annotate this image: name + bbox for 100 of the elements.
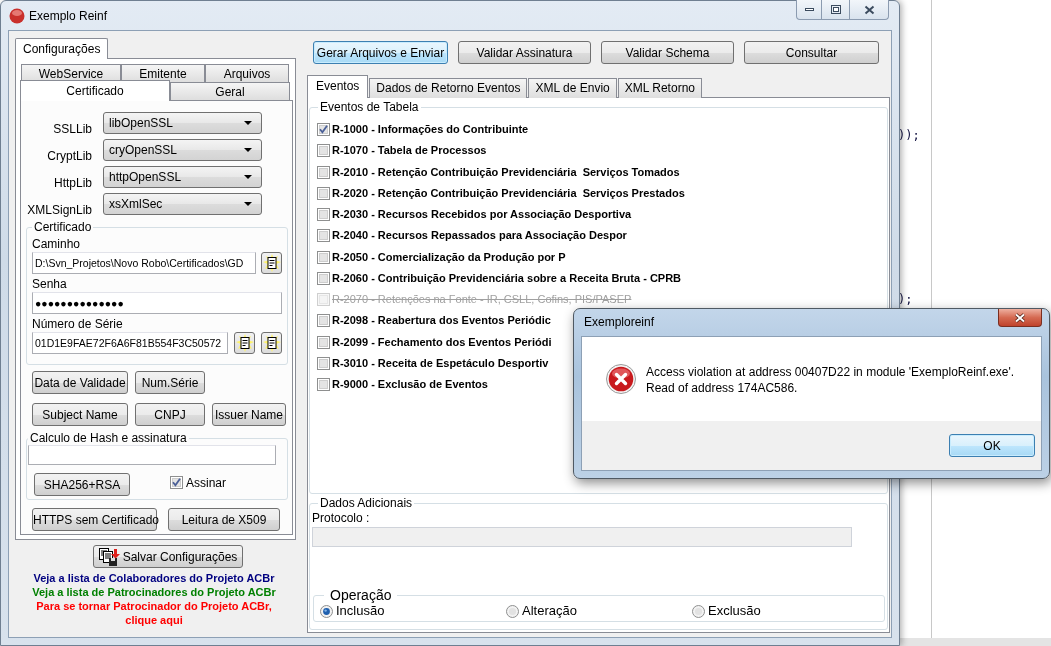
- text-field[interactable]: D:\Svn_Projetos\Novo Robo\Certificados\GD: [32, 252, 256, 274]
- caret-icon: [244, 202, 252, 206]
- document-icon: [262, 254, 281, 272]
- field-label: XMLSignLib: [26, 203, 92, 217]
- checkbox-label[interactable]: R-2099 - Fechamento dos Eventos Periódi: [332, 335, 552, 349]
- error-icon: [606, 364, 636, 394]
- checkbox[interactable]: [317, 165, 330, 179]
- radio-button[interactable]: [506, 604, 519, 618]
- input-field[interactable]: [312, 527, 852, 547]
- radio-button[interactable]: [320, 604, 333, 618]
- checkbox[interactable]: [317, 208, 330, 222]
- tab[interactable]: Dados de Retorno Eventos: [369, 78, 528, 98]
- checkbox[interactable]: [317, 186, 330, 200]
- close-icon: [1014, 312, 1026, 323]
- group-title: Certificado: [33, 220, 93, 234]
- button[interactable]: Consultar: [744, 41, 879, 64]
- checkbox-label[interactable]: R-1000 - Informações do Contribuinte: [332, 123, 529, 137]
- radio-label[interactable]: Alteração: [522, 603, 577, 619]
- checkbox-label[interactable]: R-1070 - Tabela de Processos: [332, 144, 487, 158]
- code-text: );: [898, 292, 913, 306]
- checkbox[interactable]: [317, 314, 330, 328]
- field-label: Caminho: [32, 236, 82, 252]
- tab[interactable]: Geral: [170, 82, 290, 100]
- checkbox[interactable]: [317, 271, 330, 285]
- button[interactable]: Validar Schema: [601, 41, 734, 64]
- close-button[interactable]: [850, 0, 889, 20]
- checkbox[interactable]: [317, 250, 330, 264]
- button[interactable]: Subject Name: [32, 403, 128, 426]
- button[interactable]: Issuer Name: [212, 403, 286, 426]
- checkbox-label[interactable]: R-9000 - Exclusão de Eventos: [332, 378, 488, 392]
- save-button[interactable]: Salvar Configurações: [93, 545, 243, 568]
- checkbox-label[interactable]: R-2098 - Reabertura dos Eventos Periódic: [332, 314, 551, 328]
- checkbox-label[interactable]: Assinar: [186, 475, 226, 490]
- checkbox[interactable]: [317, 378, 330, 392]
- checkbox-label[interactable]: R-2010 - Retenção Contribuição Previdenciária Serviços Tomados: [332, 165, 680, 179]
- field-label: Senha: [32, 276, 68, 292]
- close-button[interactable]: [998, 309, 1042, 327]
- link[interactable]: Veja a lista de Colaboradores do Projeto ACBr: [33, 571, 275, 585]
- tab[interactable]: Configurações: [15, 38, 109, 59]
- code-text: ));: [898, 128, 920, 142]
- button[interactable]: SHA256+RSA: [34, 473, 130, 496]
- button[interactable]: HTTPS sem Certificado: [32, 508, 157, 531]
- dropdown[interactable]: cryOpenSSL: [103, 139, 262, 161]
- field-label: CryptLib: [46, 149, 92, 163]
- tab[interactable]: XML Retorno: [617, 78, 702, 98]
- button[interactable]: CNPJ: [135, 403, 205, 426]
- minimize-button[interactable]: [796, 0, 822, 20]
- document-icon: [235, 334, 254, 352]
- dropdown[interactable]: httpOpenSSL: [103, 166, 262, 188]
- checkbox[interactable]: [317, 144, 330, 158]
- checkbox-label[interactable]: R-2040 - Recursos Repassados para Associação Despor: [332, 229, 627, 243]
- field-label: Número de Série: [32, 316, 124, 332]
- tab[interactable]: Eventos: [307, 75, 369, 98]
- radio-label[interactable]: Inclusão: [336, 603, 385, 619]
- checkbox-label[interactable]: R-2050 - Comercialização da Produção por P: [332, 250, 566, 264]
- field-label: HttpLib: [52, 176, 92, 190]
- checkbox[interactable]: [317, 123, 330, 137]
- checkbox[interactable]: [317, 335, 330, 349]
- checkbox-label[interactable]: R-2030 - Recursos Recebidos por Associação Desportiva: [332, 208, 632, 222]
- checkbox-label[interactable]: R-2060 - Contribuição Previdenciária sobre a Receita Bruta - CPRB: [332, 271, 682, 285]
- button[interactable]: Validar Assinatura: [458, 41, 591, 64]
- checkbox[interactable]: [170, 476, 183, 489]
- tab[interactable]: XML de Envio: [528, 78, 617, 98]
- radio-label[interactable]: Exclusão: [708, 603, 761, 619]
- text-field[interactable]: ●●●●●●●●●●●●●●: [32, 292, 282, 314]
- app-icon: [9, 7, 25, 24]
- checkbox-label[interactable]: R-2020 - Retenção Contribuição Previdenciária Serviços Prestados: [332, 186, 685, 200]
- checkbox[interactable]: [317, 356, 330, 370]
- maximize-icon: [830, 5, 841, 14]
- checkbox-label[interactable]: R-3010 - Receita de Espetáculo Desportiv: [332, 356, 549, 370]
- maximize-button[interactable]: [822, 0, 850, 20]
- icon-button[interactable]: [234, 332, 255, 354]
- link[interactable]: Veja a lista de Patrocinadores do Projeto ACBr: [32, 585, 276, 599]
- close-icon: [863, 4, 875, 15]
- dialog-title: Exemploreinf: [583, 314, 655, 330]
- tab[interactable]: Certificado: [20, 80, 170, 101]
- button[interactable]: Num.Série: [135, 371, 205, 394]
- button[interactable]: Data de Validade: [32, 371, 128, 394]
- button[interactable]: Leitura de X509: [168, 508, 280, 531]
- button[interactable]: Gerar Arquivos e Enviar: [313, 41, 448, 64]
- field-label: Protocolo :: [312, 511, 371, 525]
- checkbox[interactable]: [317, 229, 330, 243]
- icon-button[interactable]: [261, 332, 282, 354]
- field-label: SSLLib: [52, 122, 92, 136]
- dropdown[interactable]: xsXmlSec: [103, 193, 262, 215]
- ok-button[interactable]: OK: [949, 434, 1035, 457]
- link[interactable]: Para se tornar Patrocinador do Projeto ACBr, clique aqui: [29, 599, 279, 627]
- document-floppy-icon: [98, 547, 121, 566]
- text-field[interactable]: 01D1E9FAE72F6A6F81B554F3C50572: [32, 332, 228, 354]
- icon-button[interactable]: [261, 252, 282, 274]
- caret-icon: [244, 148, 252, 152]
- tab[interactable]: Arquivos: [205, 64, 289, 82]
- input-field[interactable]: [28, 445, 276, 465]
- tab[interactable]: Emitente: [121, 64, 205, 82]
- caret-icon: [244, 121, 252, 125]
- radio-button[interactable]: [692, 604, 705, 618]
- dropdown[interactable]: libOpenSSL: [103, 112, 262, 134]
- group-title: Operação: [329, 587, 393, 603]
- error-message: Access violation at address 00407D22 in module 'ExemploReinf.exe'. Read of address 174AC586.: [646, 364, 1015, 397]
- group-title: Calculo de Hash e assinatura: [29, 431, 188, 445]
